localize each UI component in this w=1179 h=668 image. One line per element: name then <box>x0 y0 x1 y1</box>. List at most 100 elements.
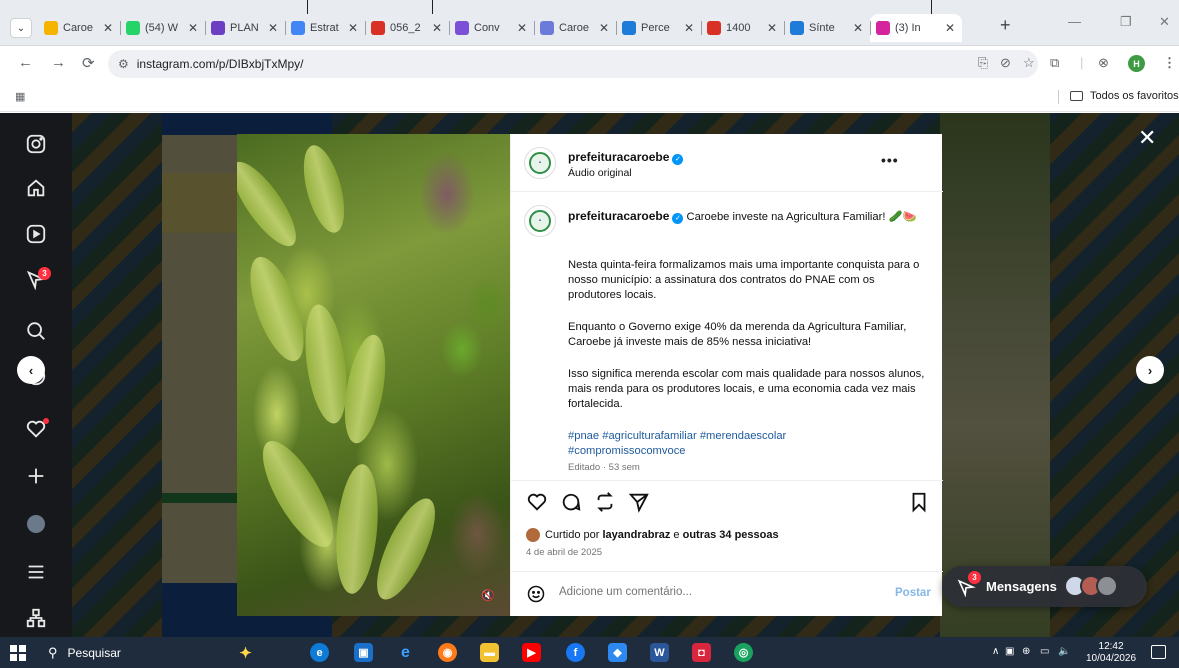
next-post-button[interactable]: › <box>1136 356 1164 384</box>
tray-overflow-icon[interactable]: ∧ <box>992 646 999 657</box>
tab-close-icon[interactable]: ✕ <box>268 21 278 35</box>
browser-tab[interactable]: 056_2 ✕ <box>365 14 449 42</box>
browser-tab[interactable]: Estrat ✕ <box>285 14 365 42</box>
comment-icon[interactable] <box>560 491 582 513</box>
copilot-icon[interactable]: ⊗ <box>1098 55 1109 71</box>
back-icon[interactable]: ← <box>18 54 33 71</box>
tab-close-icon[interactable]: ✕ <box>517 21 527 35</box>
author-username[interactable]: prefeituracaroebe <box>568 150 669 164</box>
browser-tab[interactable]: (3) In ✕ <box>870 14 962 42</box>
all-bookmarks-folder[interactable]: Todos os favoritos <box>1070 90 1179 102</box>
browser-tab[interactable]: (54) W ✕ <box>120 14 205 42</box>
battery-icon[interactable]: ▭ <box>1040 646 1049 657</box>
tray-app-icon[interactable]: ▣ <box>1005 646 1014 657</box>
store-icon[interactable]: ▣ <box>354 643 373 662</box>
browser-tab[interactable]: Caroe ✕ <box>534 14 616 42</box>
post-date[interactable]: 4 de abril de 2025 <box>526 547 602 558</box>
caption-username[interactable]: prefeituracaroebe <box>568 209 669 223</box>
browser-tab[interactable]: Caroe ✕ <box>38 14 120 42</box>
search-icon[interactable] <box>25 320 47 342</box>
volume-icon[interactable]: 🔈 <box>1058 646 1070 657</box>
edge-browser-icon[interactable]: e <box>310 643 329 662</box>
more-menu-icon[interactable] <box>25 561 47 583</box>
tab-search-button[interactable]: ⌄ <box>10 18 32 38</box>
forward-icon[interactable]: → <box>51 54 66 71</box>
post-comment-button[interactable]: Postar <box>895 587 931 599</box>
browser-tab[interactable]: Conv ✕ <box>449 14 534 42</box>
browser-tab[interactable]: PLAN ✕ <box>205 14 285 42</box>
liker-avatar[interactable] <box>526 528 540 542</box>
restore-icon[interactable]: ❐ <box>1120 14 1132 30</box>
audio-label[interactable]: Áudio original <box>568 167 632 179</box>
tab-close-icon[interactable]: ✕ <box>684 21 694 35</box>
windows-start-icon[interactable] <box>10 645 26 661</box>
firefox-icon[interactable]: ◉ <box>438 643 457 662</box>
url-text[interactable]: instagram.com/p/DIBxbjTxMpy/ <box>137 57 304 71</box>
profile-avatar[interactable]: H <box>1128 55 1145 72</box>
network-icon[interactable]: ◆ <box>608 643 627 662</box>
repost-icon[interactable] <box>594 491 616 513</box>
reels-icon[interactable] <box>25 223 47 245</box>
more-options-icon[interactable]: ••• <box>881 152 899 168</box>
tab-title: Sínte <box>809 22 835 34</box>
youtube-icon[interactable]: ▶ <box>522 643 541 662</box>
browser-tab[interactable]: Sínte ✕ <box>784 14 870 42</box>
tab-close-icon[interactable]: ✕ <box>767 21 777 35</box>
also-from-meta-icon[interactable] <box>25 607 47 629</box>
profile-avatar-icon[interactable] <box>25 513 47 535</box>
bookmark-star-icon[interactable]: ☆ <box>1023 55 1035 71</box>
pocket-icon[interactable]: ◘ <box>692 643 711 662</box>
browser-toolbar: ← → ⟳ ⚙ instagram.com/p/DIBxbjTxMpy/ ⎘ ⊘… <box>0 46 1179 82</box>
comment-box: Postar <box>511 571 943 616</box>
tab-close-icon[interactable]: ✕ <box>348 21 358 35</box>
likes-others-link[interactable]: outras 34 pessoas <box>683 529 779 541</box>
file-explorer-icon[interactable]: ▬ <box>480 643 499 662</box>
create-plus-icon[interactable] <box>25 465 47 487</box>
author-avatar[interactable]: ▪ <box>524 147 556 179</box>
tab-favicon-icon <box>876 21 890 35</box>
site-settings-icon[interactable]: ⚙ <box>118 57 129 71</box>
eye-off-icon[interactable]: ⊘ <box>1000 55 1011 71</box>
install-app-icon[interactable]: ⎘ <box>978 55 988 71</box>
menu-kebab-icon[interactable]: ⋮ <box>1163 55 1176 71</box>
like-heart-icon[interactable] <box>526 491 548 513</box>
apps-grid-icon[interactable]: ▦ <box>15 90 25 103</box>
liker-username[interactable]: layandrabraz <box>602 529 670 541</box>
home-icon[interactable] <box>25 177 47 199</box>
taskbar-search[interactable]: ⚲ Pesquisar <box>48 640 228 665</box>
tab-close-icon[interactable]: ✕ <box>432 21 442 35</box>
minimize-icon[interactable]: — <box>1068 14 1081 29</box>
system-clock[interactable]: 12:42 10/04/2026 <box>1086 641 1136 665</box>
comment-input[interactable] <box>559 586 859 598</box>
reload-icon[interactable]: ⟳ <box>82 54 95 72</box>
word-icon[interactable]: W <box>650 643 669 662</box>
close-window-icon[interactable]: ✕ <box>1159 14 1170 30</box>
notification-center-icon[interactable] <box>1151 645 1166 659</box>
tab-close-icon[interactable]: ✕ <box>945 21 955 35</box>
browser-tab[interactable]: Perce ✕ <box>616 14 701 42</box>
new-tab-button[interactable]: + <box>1000 15 1011 36</box>
caption-author-avatar[interactable]: ▪ <box>524 205 556 237</box>
caption-hashtags[interactable]: #pnae #agriculturafamiliar #merendaescol… <box>568 429 828 459</box>
tray-usb-icon[interactable]: ⊕ <box>1022 646 1030 657</box>
post-video[interactable]: 🔇 <box>237 134 510 616</box>
tab-close-icon[interactable]: ✕ <box>188 21 198 35</box>
messages-floating-button[interactable]: 3 Mensagens <box>942 566 1147 607</box>
share-icon[interactable] <box>628 491 650 513</box>
chrome-icon[interactable]: ◎ <box>734 643 753 662</box>
extensions-icon[interactable]: ⧉ <box>1050 55 1059 71</box>
tab-close-icon[interactable]: ✕ <box>103 21 113 35</box>
tab-close-icon[interactable]: ✕ <box>599 21 609 35</box>
address-bar[interactable]: ⚙ instagram.com/p/DIBxbjTxMpy/ <box>108 50 1038 78</box>
emoji-icon[interactable] <box>526 584 546 604</box>
instagram-logo-icon[interactable] <box>25 133 47 155</box>
close-post-icon[interactable]: ✕ <box>1138 125 1156 151</box>
previous-post-button[interactable]: ‹ <box>17 356 45 384</box>
browser-tab[interactable]: 1400 ✕ <box>701 14 784 42</box>
internet-explorer-icon[interactable]: e <box>396 643 415 662</box>
copilot-sparkle-icon[interactable]: ✦ <box>236 643 255 662</box>
tab-close-icon[interactable]: ✕ <box>853 21 863 35</box>
save-bookmark-icon[interactable] <box>908 491 930 513</box>
mute-icon[interactable]: 🔇 <box>479 586 497 604</box>
facebook-icon[interactable]: f <box>566 643 585 662</box>
